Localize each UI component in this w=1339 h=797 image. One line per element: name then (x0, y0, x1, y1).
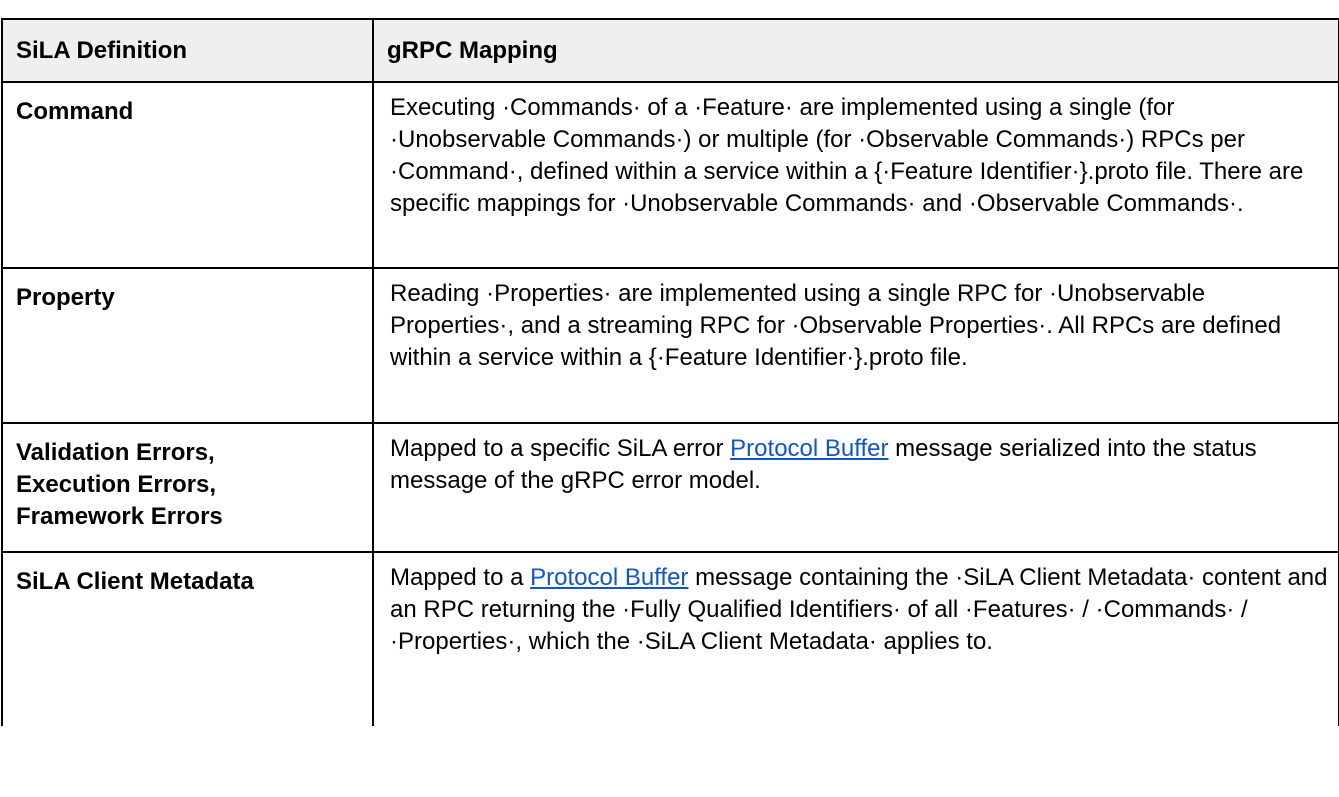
definition-cell-command: Command (1, 81, 374, 269)
sila-grpc-mapping-table: SiLA Definition gRPC Mapping Command Exe… (1, 18, 1339, 726)
definition-cell-errors: Validation Errors, Execution Errors, Fra… (1, 422, 374, 553)
mapping-cell-client-metadata: Mapped to a Protocol Buffer message cont… (372, 551, 1339, 726)
protocol-buffer-link[interactable]: Protocol Buffer (530, 564, 688, 591)
mapping-cell-property: Reading ·Properties· are implemented usi… (372, 267, 1339, 424)
protocol-buffer-link[interactable]: Protocol Buffer (730, 435, 888, 462)
header-grpc-mapping: gRPC Mapping (372, 18, 1339, 83)
header-sila-definition: SiLA Definition (1, 18, 374, 83)
table-header-row: SiLA Definition gRPC Mapping (1, 18, 1339, 83)
table-row: Command Executing ·Commands· of a ·Featu… (1, 81, 1339, 269)
definition-cell-property: Property (1, 267, 374, 424)
table-row: Validation Errors, Execution Errors, Fra… (1, 422, 1339, 553)
mapping-cell-command: Executing ·Commands· of a ·Feature· are … (372, 81, 1339, 269)
mapping-cell-errors: Mapped to a specific SiLA error Protocol… (372, 422, 1339, 553)
mapping-text-before: Mapped to a (390, 564, 531, 591)
mapping-text-before: Mapped to a specific SiLA error (390, 435, 731, 462)
definition-cell-client-metadata: SiLA Client Metadata (1, 551, 374, 726)
table-row: Property Reading ·Properties· are implem… (1, 267, 1339, 424)
table-row: SiLA Client Metadata Mapped to a Protoco… (1, 551, 1339, 726)
